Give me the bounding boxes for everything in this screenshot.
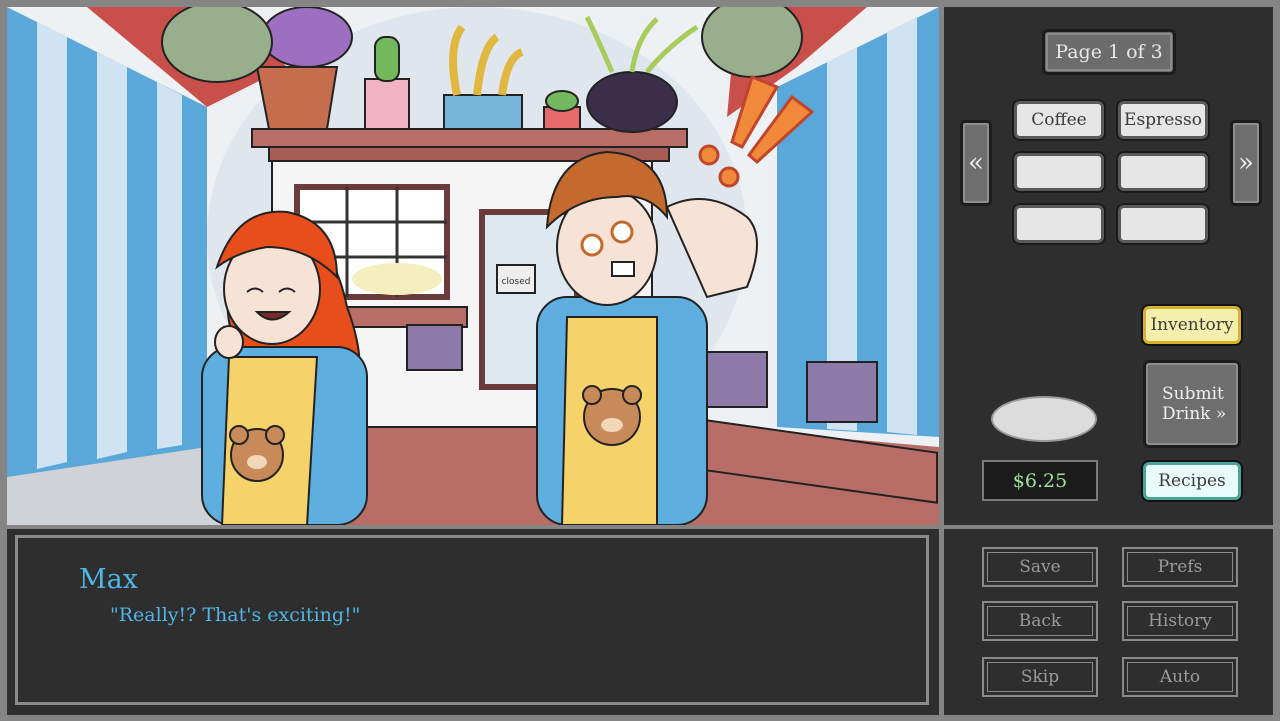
save-button[interactable]: Save (982, 547, 1098, 587)
back-button[interactable]: Back (982, 601, 1098, 641)
prefs-button[interactable]: Prefs (1122, 547, 1238, 587)
speaker-name: Max (79, 564, 138, 595)
next-page-button[interactable]: » (1230, 120, 1262, 206)
drink-slot-espresso[interactable]: Espresso (1118, 101, 1208, 139)
submit-drink-button[interactable]: Submit Drink » (1143, 360, 1241, 448)
drink-panel: Page 1 of 3 « » Coffee Espresso Inventor… (944, 7, 1273, 525)
auto-button[interactable]: Auto (1122, 657, 1238, 697)
submit-drink-line1: Submit (1162, 384, 1224, 404)
page-indicator: Page 1 of 3 (1042, 29, 1176, 75)
skip-button[interactable]: Skip (982, 657, 1098, 697)
quick-menu: Save Prefs Back History Skip Auto (944, 529, 1273, 715)
cafe-scene: closed (7, 7, 939, 525)
recipes-button[interactable]: Recipes (1143, 462, 1241, 500)
dialogue-border: Max "Really!? That's exciting!" (15, 535, 929, 705)
cafe-scene-art: closed (7, 7, 939, 525)
submit-drink-line2: Drink » (1162, 404, 1227, 424)
inventory-button[interactable]: Inventory (1143, 306, 1241, 344)
history-button[interactable]: History (1122, 601, 1238, 641)
prev-page-button[interactable]: « (960, 120, 992, 206)
dialogue-text: "Really!? That's exciting!" (110, 604, 361, 626)
drink-slot-empty-5[interactable] (1014, 205, 1104, 243)
drink-slot-empty-3[interactable] (1014, 153, 1104, 191)
drink-slot-empty-6[interactable] (1118, 205, 1208, 243)
drink-slot-coffee[interactable]: Coffee (1014, 101, 1104, 139)
drink-slot-empty-4[interactable] (1118, 153, 1208, 191)
cup-slot[interactable] (991, 396, 1097, 442)
dialogue-box[interactable]: Max "Really!? That's exciting!" (7, 529, 939, 715)
closed-sign: closed (502, 277, 531, 287)
money-display: $6.25 (982, 460, 1098, 501)
